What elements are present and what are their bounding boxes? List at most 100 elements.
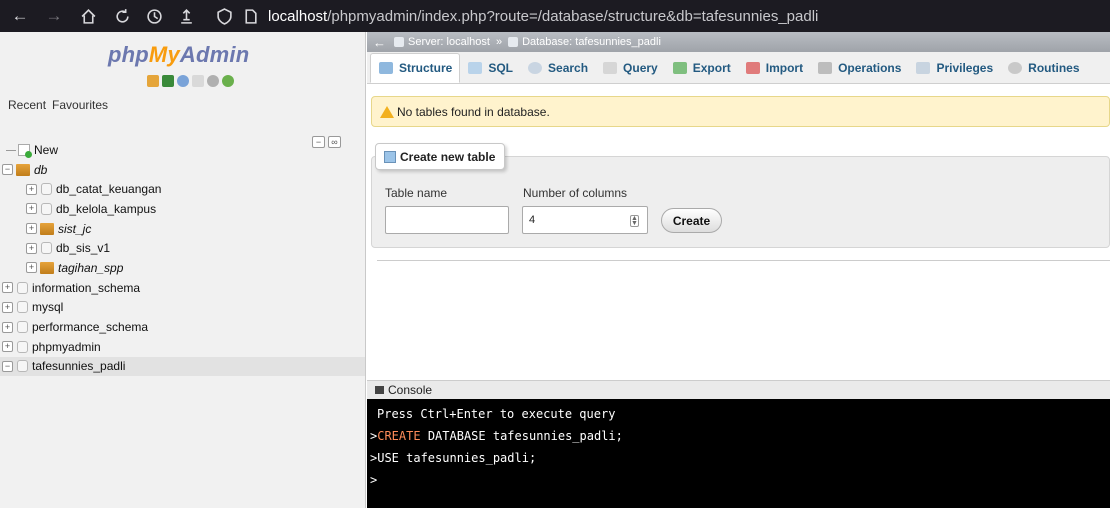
main-panel: ← Server: localhost » Database: tafesunn…	[367, 32, 1110, 508]
tree-item-db[interactable]: + phpmyadmin	[0, 337, 365, 357]
database-icon	[17, 281, 28, 294]
tab-operations[interactable]: Operations	[810, 53, 908, 83]
breadcrumb: ← Server: localhost » Database: tafesunn…	[367, 32, 1110, 52]
reload-icon[interactable]	[110, 4, 134, 28]
database-icon	[17, 321, 28, 334]
database-icon	[17, 360, 28, 373]
tab-privileges[interactable]: Privileges	[908, 53, 1000, 83]
create-button[interactable]: Create	[661, 208, 722, 233]
console-output[interactable]: Press Ctrl+Enter to execute query > CREAT…	[367, 399, 1110, 508]
warning-notice: No tables found in database.	[371, 96, 1110, 127]
favourites-tab[interactable]: Favourites	[50, 96, 110, 114]
table-name-label: Table name	[385, 186, 448, 200]
expand-icon[interactable]: +	[2, 341, 13, 353]
tab-structure[interactable]: Structure	[370, 53, 461, 83]
wrench-icon	[818, 62, 833, 74]
home-icon[interactable]	[147, 75, 159, 87]
page-icon	[238, 4, 262, 28]
columns-label: Number of columns	[523, 186, 628, 200]
new-database-icon	[18, 143, 32, 158]
expand-icon[interactable]: +	[26, 203, 37, 215]
tab-import[interactable]: Import	[738, 53, 810, 83]
tree-item-db[interactable]: + db_sis_v1	[0, 238, 365, 258]
tab-bar: Structure SQL Search Query Export Import…	[367, 52, 1110, 84]
database-icon	[41, 202, 52, 215]
bookmark-icon[interactable]	[174, 4, 198, 28]
tree-item-db-group[interactable]: + sist_jc	[0, 219, 365, 239]
import-icon	[745, 62, 760, 74]
documentation-icon[interactable]	[192, 75, 204, 87]
exit-icon[interactable]	[162, 75, 174, 87]
privileges-icon	[916, 62, 931, 74]
home-icon[interactable]	[76, 4, 100, 28]
database-icon	[17, 340, 28, 353]
console-prompt[interactable]: >	[370, 469, 377, 491]
columns-input[interactable]: 4 ▲ ▼	[522, 206, 648, 234]
back-arrow-icon[interactable]: ←	[373, 35, 386, 50]
expand-icon[interactable]: +	[2, 321, 13, 333]
phpmyadmin-logo[interactable]: phpMyAdmin	[108, 42, 249, 68]
tab-sql[interactable]: SQL	[460, 53, 520, 83]
tree-item-db[interactable]: + information_schema	[0, 278, 365, 298]
recent-favourites-tabs: Recent Favourites	[6, 96, 110, 114]
database-icon	[41, 242, 52, 255]
console-line: > CREATE DATABASE tafesunnies_padli;	[370, 429, 623, 443]
divider	[377, 260, 1110, 261]
expand-icon[interactable]: +	[26, 242, 37, 254]
database-group-icon	[40, 261, 54, 274]
database-icon	[17, 301, 28, 314]
tree-item-db[interactable]: + db_kelola_kampus	[0, 199, 365, 219]
tab-search[interactable]: Search	[520, 53, 595, 83]
back-arrow-icon[interactable]: ←	[8, 4, 32, 28]
quick-links	[147, 75, 234, 87]
tab-routines[interactable]: Routines	[1000, 53, 1086, 83]
breadcrumb-server[interactable]: Server: localhost	[408, 36, 490, 48]
console-icon	[375, 386, 384, 394]
tree-item-db[interactable]: + performance_schema	[0, 317, 365, 337]
create-table-legend: Create new table	[375, 143, 506, 170]
url-host: localhost	[268, 7, 328, 25]
forward-arrow-icon[interactable]: →	[42, 4, 66, 28]
recent-tab[interactable]: Recent	[6, 96, 48, 114]
warning-icon	[380, 105, 394, 118]
tree-item-db-group[interactable]: + tagihan_spp	[0, 258, 365, 278]
database-tree: New − db + db_catat_keuangan + db_kelola…	[0, 140, 365, 377]
reload-navigation-icon[interactable]	[222, 75, 234, 87]
table-name-input[interactable]	[385, 206, 509, 234]
sql-icon	[468, 62, 483, 74]
database-group-icon	[40, 222, 54, 235]
collapse-icon[interactable]: −	[2, 164, 13, 176]
breadcrumb-separator: »	[495, 36, 503, 48]
browser-toolbar: ← → localhost/phpmyadmin/index.php?route…	[0, 0, 1110, 32]
console-hint: Press Ctrl+Enter to execute query	[377, 407, 616, 421]
tree-item-db[interactable]: + db_catat_keuangan	[0, 179, 365, 199]
tree-group-db[interactable]: − db	[0, 160, 365, 180]
expand-icon[interactable]: +	[26, 223, 37, 235]
breadcrumb-database[interactable]: Database: tafesunnies_padli	[522, 36, 661, 48]
expand-icon[interactable]: +	[2, 301, 13, 313]
server-icon	[394, 37, 404, 47]
search-icon	[528, 62, 543, 74]
collapse-icon[interactable]: −	[2, 360, 13, 372]
query-window-icon[interactable]	[177, 75, 189, 87]
tree-item-db-selected[interactable]: − tafesunnies_padli	[0, 356, 365, 377]
tab-query[interactable]: Query	[595, 53, 665, 83]
tree-item-new[interactable]: New	[0, 140, 365, 160]
address-bar[interactable]: localhost/phpmyadmin/index.php?route=/da…	[268, 8, 818, 25]
history-clock-icon[interactable]	[142, 4, 166, 28]
console-header[interactable]: Console	[367, 380, 1110, 399]
shield-icon[interactable]	[212, 4, 236, 28]
tab-export[interactable]: Export	[665, 53, 738, 83]
expand-icon[interactable]: +	[26, 183, 37, 195]
expand-icon[interactable]: +	[2, 282, 13, 294]
table-add-icon	[384, 150, 396, 163]
routines-icon	[1008, 62, 1023, 74]
expand-icon[interactable]: +	[26, 262, 37, 274]
database-icon	[41, 183, 52, 196]
export-icon	[672, 62, 687, 74]
stepper-icon[interactable]: ▲ ▼	[630, 215, 639, 227]
settings-gear-icon[interactable]	[207, 75, 219, 87]
url-path: /phpmyadmin/index.php?route=/database/st…	[327, 7, 819, 25]
database-group-icon	[16, 163, 30, 176]
tree-item-db[interactable]: + mysql	[0, 298, 365, 318]
